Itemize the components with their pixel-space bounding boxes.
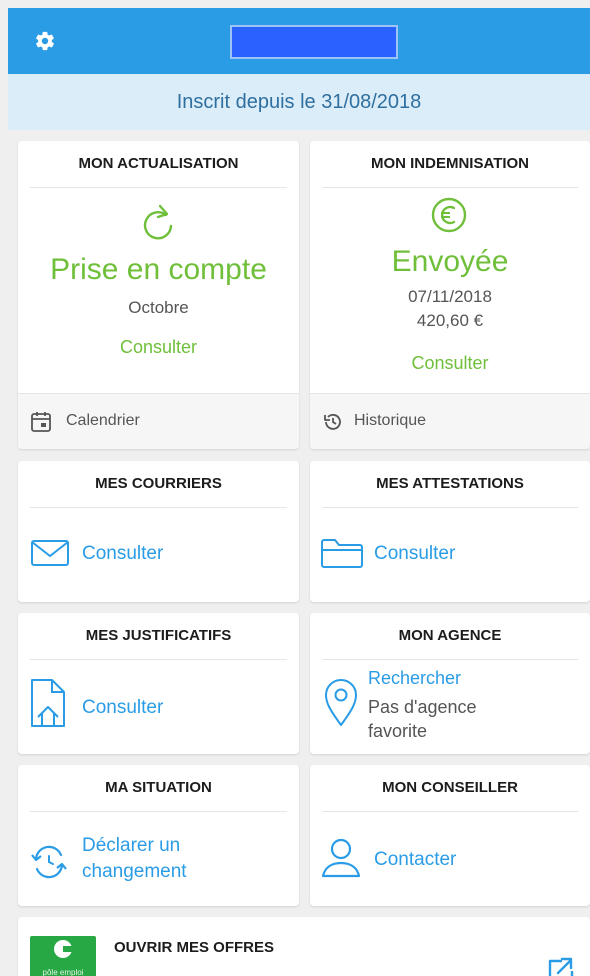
indemnisation-consult-link[interactable]: Consulter [310,353,590,374]
divider [322,811,578,812]
agence-search-link[interactable]: Rechercher [368,668,461,689]
actualisation-consult-link[interactable]: Consulter [18,337,299,358]
courriers-consult-link[interactable]: Consulter [82,543,163,565]
conseiller-contact-link[interactable]: Contacter [374,849,456,871]
card-situation[interactable]: MA SITUATION Déclarer un changement [18,765,299,906]
justificatifs-consult-link[interactable]: Consulter [82,697,163,719]
gear-icon[interactable] [34,30,56,52]
calendar-label: Calendrier [66,412,140,429]
card-agence[interactable]: MON AGENCE Rechercher Pas d'agence favor… [310,613,590,754]
card-offres[interactable]: pôle emploi OUVRIR MES OFFRES [18,917,590,976]
actualisation-month: Octobre [128,298,189,317]
calendar-icon [31,412,51,432]
indemnisation-date: 07/11/2018 [408,287,492,306]
card-courriers[interactable]: MES COURRIERS Consulter [18,461,299,602]
card-justificatifs[interactable]: MES JUSTIFICATIFS Consulter [18,613,299,754]
card-title: MON AGENCE [398,627,502,644]
attestations-consult-link[interactable]: Consulter [374,543,455,565]
top-bar [8,8,590,74]
card-title: MES COURRIERS [95,475,222,492]
situation-declare-link-line2[interactable]: changement [82,861,187,883]
divider [322,187,578,188]
history-icon [324,414,341,430]
divider [30,659,287,660]
actualisation-status: Prise en compte [50,253,267,286]
card-indemnisation[interactable]: MON INDEMNISATION Envoyée 07/11/2018 420… [310,141,590,449]
refresh-icon [143,204,173,240]
card-title: MON INDEMNISATION [370,155,530,172]
divider [30,811,287,812]
pole-emploi-logo: pôle emploi [30,936,96,976]
euro-icon [431,197,467,233]
divider [322,507,578,508]
envelope-icon [31,540,69,566]
sync-icon [31,845,67,879]
situation-declare-link-line1[interactable]: Déclarer un [82,835,180,857]
logo-text: pôle emploi [42,968,84,976]
history-label: Historique [354,412,427,429]
card-title: MA SITUATION [105,779,212,796]
card-conseiller[interactable]: MON CONSEILLER Contacter [310,765,590,906]
divider [30,187,287,188]
indemnisation-amount: 420,60 € [416,311,484,330]
divider [322,659,578,660]
folder-icon [321,539,363,568]
user-icon [321,838,361,878]
card-title: MES ATTESTATIONS [376,475,524,492]
location-pin-icon [325,679,357,726]
calendar-footer[interactable]: Calendrier [18,393,299,449]
agence-note-line2: favorite [368,721,428,741]
card-title: MES JUSTIFICATIFS [85,627,232,644]
history-footer[interactable]: Historique [310,393,590,449]
registration-text: Inscrit depuis le 31/08/2018 [176,91,422,113]
user-name-placeholder [230,25,398,59]
agence-note-line1: Pas d'agence [368,697,477,717]
indemnisation-status: Envoyée [391,245,509,278]
card-title: MON ACTUALISATION [78,155,239,172]
offres-title: OUVRIR MES OFFRES [114,939,275,956]
document-upload-icon [31,679,65,727]
registration-banner: Inscrit depuis le 31/08/2018 [8,74,590,130]
card-attestations[interactable]: MES ATTESTATIONS Consulter [310,461,590,602]
divider [30,507,287,508]
card-title: MON CONSEILLER [382,779,518,796]
card-actualisation[interactable]: MON ACTUALISATION Prise en compte Octobr… [18,141,299,449]
external-link-icon[interactable] [544,955,574,976]
